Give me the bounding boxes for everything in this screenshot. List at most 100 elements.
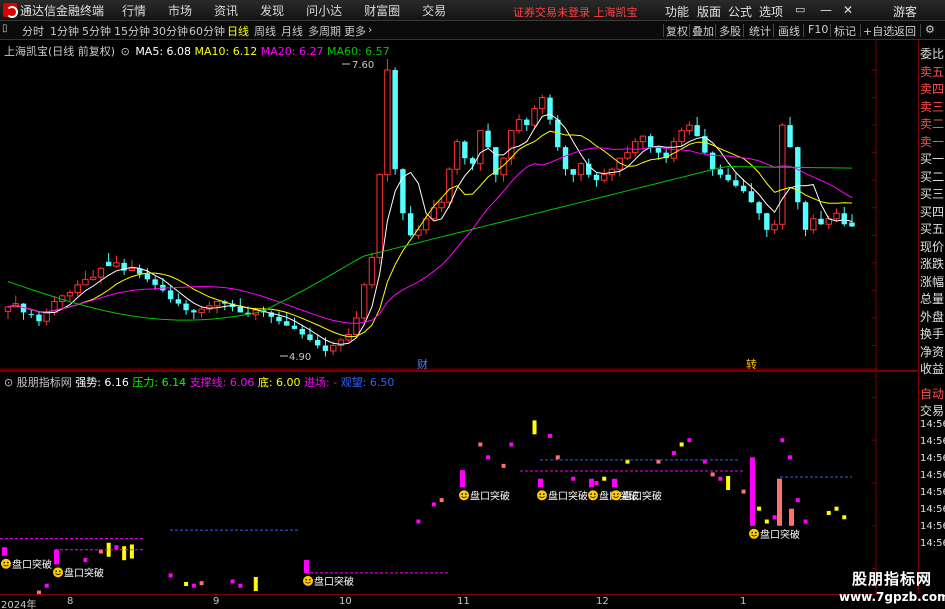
candle-body	[802, 202, 809, 230]
main-chart-legend: 上海凯宝(日线 前复权) ⊙ MA5: 6.08 MA10: 6.12 MA20…	[4, 43, 390, 59]
signal-bar	[538, 478, 543, 488]
menu-quotes[interactable]: 行情	[122, 2, 146, 19]
add-watchlist-button[interactable]: +自选	[863, 23, 894, 39]
candle-body	[771, 223, 778, 231]
candle-body	[740, 185, 747, 192]
smiley-icon	[537, 490, 547, 501]
menu-formula[interactable]: 公式	[728, 3, 752, 20]
tab-daily[interactable]: 日线	[227, 23, 249, 39]
tab-multi-period[interactable]: 多周期	[308, 23, 341, 39]
tab-weekly[interactable]: 周线	[254, 23, 276, 39]
candle-body	[577, 163, 585, 176]
candle-body	[818, 218, 824, 225]
marker-financial-report[interactable]: 财	[417, 357, 428, 370]
panel-item: 买二	[920, 169, 945, 184]
indicator-bar	[122, 546, 127, 561]
indicator-chart[interactable]: 盘口突破盘口突破盘口突破盘口突破盘口突破盘口突破盘口突破盘口突破 7.507.0…	[0, 372, 878, 594]
panel-item: 卖四	[920, 82, 945, 96]
adjust-button[interactable]: 复权	[666, 23, 688, 39]
trade-time: 14:56	[920, 436, 945, 447]
indicator-title: 股朋指标网	[16, 376, 72, 389]
login-notice[interactable]: 证券交易未登录 上海凯宝	[513, 4, 638, 20]
menu-options[interactable]: 选项	[759, 3, 783, 20]
indicator-bar	[478, 442, 483, 447]
quote-side-panel: 委比 卖五 卖四 卖三 卖二 卖一 买一 买二 买三 买四 买五 现价 涨跌 涨幅 总量 外盘 换手 净资 收益 自动…	[918, 40, 945, 594]
candle-body	[733, 180, 739, 186]
settings-icon[interactable]: ⚙	[925, 23, 935, 36]
menu-wealth[interactable]: 财富圈	[364, 2, 400, 19]
date-tick: 1	[740, 596, 747, 607]
candle-body	[462, 141, 468, 159]
panel-item: 卖一	[920, 134, 945, 149]
tab-1min[interactable]: 1分钟	[50, 23, 79, 39]
candle-body	[756, 202, 762, 214]
indicator-bar	[842, 515, 847, 520]
trade-time: 14:56	[920, 521, 945, 532]
signal-bar	[589, 478, 594, 488]
menu-bar: 通达信金融终端 行情 市场 资讯 发现 问小达 财富圈 交易 证券交易未登录 上…	[0, 0, 945, 21]
menu-ask[interactable]: 问小达	[306, 2, 342, 19]
candle-body	[322, 345, 329, 351]
signal-bar	[750, 457, 755, 526]
candle-body	[493, 147, 499, 175]
candle-body	[531, 108, 538, 126]
stats-button[interactable]: 统计	[749, 23, 771, 39]
settings-icon[interactable]: ⊙	[4, 376, 13, 389]
trade-time: 14:56	[920, 504, 945, 515]
menu-layout[interactable]: 版面	[697, 3, 721, 20]
signal-bar	[460, 470, 465, 488]
multi-stock-button[interactable]: 多股	[719, 23, 741, 39]
candle-body	[631, 141, 639, 154]
candle-body	[276, 316, 282, 322]
guest-label[interactable]: 游客	[893, 3, 917, 20]
chevron-right-icon[interactable]: ›	[368, 23, 372, 36]
date-tick: 10	[339, 596, 352, 607]
back-button[interactable]: 返回	[894, 23, 916, 39]
draw-button[interactable]: 画线	[778, 23, 800, 39]
smiley-eye	[594, 493, 596, 495]
indicator-bar	[114, 545, 119, 550]
indicator-legend: ⊙ 股朋指标网 强势: 6.16 压力: 6.14 支撑线: 6.06 底: 6…	[4, 374, 394, 390]
minimize-icon[interactable]: ▭	[795, 3, 805, 16]
marker-transfer[interactable]: 转	[746, 357, 757, 370]
app-title: 通达信金融终端	[20, 3, 105, 18]
close-icon[interactable]: ✕	[843, 3, 853, 17]
smiley-eye	[7, 561, 9, 564]
indicator-bar	[571, 476, 576, 481]
tab-5min[interactable]: 5分钟	[82, 23, 111, 39]
menu-news[interactable]: 资讯	[214, 2, 238, 19]
ma60-line	[7, 165, 853, 321]
signal-bar	[612, 478, 617, 488]
candle-body	[725, 174, 731, 181]
candlestick-chart[interactable]: 7.507.257.006.756.506.256.005.755.505.25…	[0, 40, 878, 370]
tab-30min[interactable]: 30分钟	[152, 23, 188, 39]
candle-body	[841, 213, 847, 225]
menu-function[interactable]: 功能	[665, 3, 689, 20]
candle-body	[515, 119, 523, 132]
tab-60min[interactable]: 60分钟	[189, 23, 225, 39]
tab-15min[interactable]: 15分钟	[114, 23, 150, 39]
menu-discover[interactable]: 发现	[260, 2, 284, 19]
menu-market[interactable]: 市场	[168, 2, 192, 19]
indicator-bar	[230, 579, 235, 584]
tab-more[interactable]: 更多	[344, 23, 366, 39]
indicator-bar	[509, 442, 514, 447]
overlay-button[interactable]: 叠加	[692, 23, 714, 39]
smiley-eye	[590, 493, 592, 495]
menu-trade[interactable]: 交易	[422, 2, 446, 19]
entry-label: 进场: -	[304, 376, 338, 389]
trade-time: 14:56	[920, 470, 945, 481]
signal-bar	[2, 547, 7, 556]
f10-button[interactable]: F10	[808, 23, 828, 36]
watch-label: 观望: 6.50	[340, 376, 395, 389]
indicator-bar	[44, 583, 49, 588]
tab-monthly[interactable]: 月线	[281, 23, 303, 39]
min-button-icon[interactable]: —	[820, 3, 832, 17]
tab-fenshi[interactable]: 分时	[22, 23, 44, 39]
panel-item: 卖五	[920, 64, 945, 79]
mark-button[interactable]: 标记	[834, 23, 856, 39]
panel-item: 现价	[920, 239, 945, 254]
toolbar-icon[interactable]: ▯	[2, 23, 8, 34]
indicator-bar	[788, 455, 793, 460]
settings-icon[interactable]: ⊙	[121, 45, 130, 58]
